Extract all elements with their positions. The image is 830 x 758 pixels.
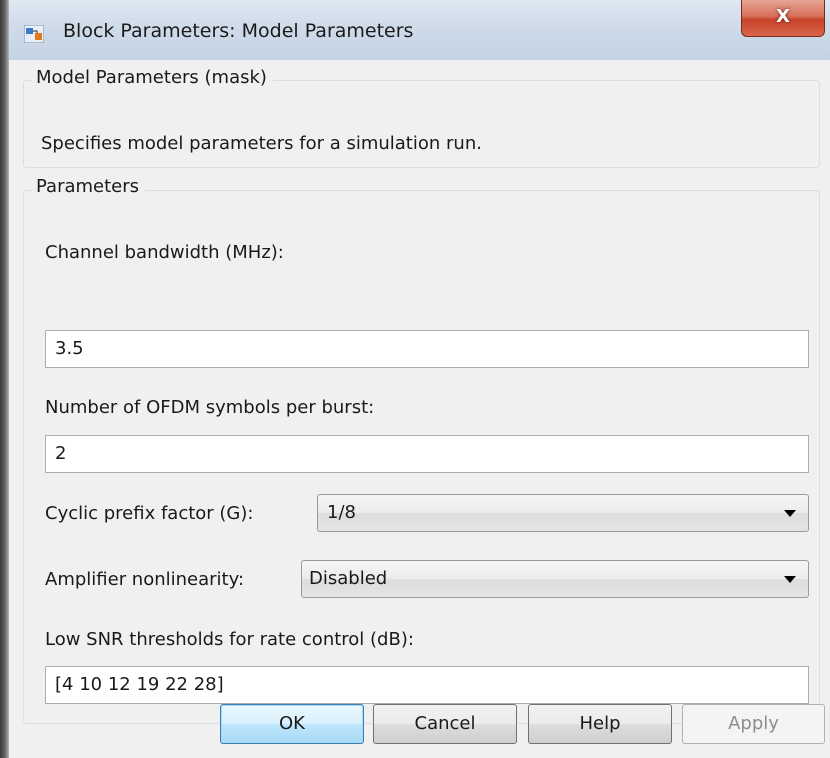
snr-thresholds-input[interactable]: [4 10 12 19 22 28] <box>45 666 809 704</box>
close-button[interactable]: X <box>741 0 825 37</box>
cyclic-prefix-value: 1/8 <box>327 502 356 523</box>
channel-bandwidth-label: Channel bandwidth (MHz): <box>45 242 284 263</box>
amplifier-nonlinearity-label: Amplifier nonlinearity: <box>45 569 245 590</box>
cancel-button[interactable]: Cancel <box>373 704 517 744</box>
ofdm-symbols-label: Number of OFDM symbols per burst: <box>45 397 375 418</box>
simulink-block-icon <box>24 25 44 43</box>
amplifier-nonlinearity-select[interactable]: Disabled <box>301 560 809 598</box>
description-text: Specifies model parameters for a simulat… <box>41 133 482 154</box>
parameters-group: Parameters Channel bandwidth (MHz): 3.5 … <box>23 176 820 724</box>
apply-button[interactable]: Apply <box>682 704 825 744</box>
background-window-edge <box>0 0 9 758</box>
window-title: Block Parameters: Model Parameters <box>63 20 414 42</box>
block-parameters-dialog: Block Parameters: Model Parameters X Mod… <box>9 0 830 758</box>
cyclic-prefix-label: Cyclic prefix factor (G): <box>45 503 254 524</box>
ofdm-symbols-input[interactable]: 2 <box>45 435 809 473</box>
chevron-down-icon <box>784 576 796 583</box>
chevron-down-icon <box>784 510 796 517</box>
snr-thresholds-label: Low SNR thresholds for rate control (dB)… <box>45 629 414 650</box>
channel-bandwidth-input[interactable]: 3.5 <box>45 330 809 368</box>
parameters-group-title: Parameters <box>32 176 146 197</box>
description-group-title: Model Parameters (mask) <box>32 67 273 88</box>
help-button[interactable]: Help <box>528 704 672 744</box>
amplifier-nonlinearity-value: Disabled <box>309 568 388 589</box>
description-group: Model Parameters (mask) Specifies model … <box>23 67 820 168</box>
dialog-content: Model Parameters (mask) Specifies model … <box>9 60 830 758</box>
ok-button[interactable]: OK <box>220 704 364 744</box>
title-bar[interactable]: Block Parameters: Model Parameters X <box>9 0 830 60</box>
cyclic-prefix-select[interactable]: 1/8 <box>317 494 809 532</box>
